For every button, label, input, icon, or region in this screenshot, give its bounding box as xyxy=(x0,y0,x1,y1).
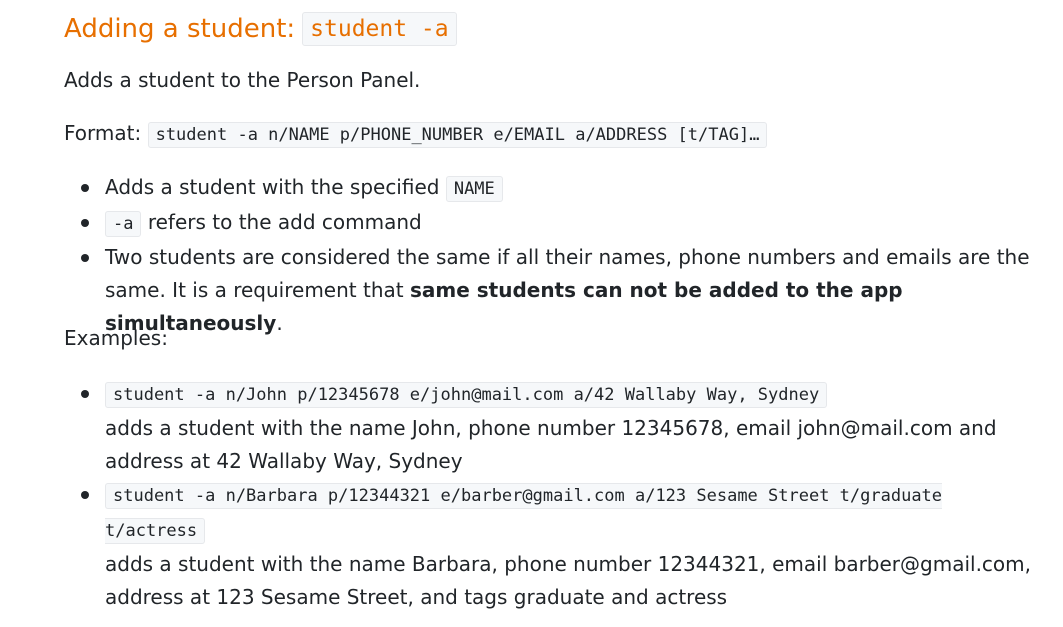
heading-text: Adding a student: xyxy=(64,14,296,44)
note-text: Adds a student with the specified xyxy=(105,175,440,199)
bullet-icon xyxy=(81,254,89,262)
list-item: student -a n/John p/12345678 e/john@mail… xyxy=(64,377,1034,478)
bullet-icon xyxy=(81,219,89,227)
list-item: Two students are considered the same if … xyxy=(64,241,1034,340)
examples-list: student -a n/John p/12345678 e/john@mail… xyxy=(64,377,1034,614)
document-content: Adding a student: student -a Adds a stud… xyxy=(64,0,1044,609)
format-paragraph: Format: student -a n/NAME p/PHONE_NUMBER… xyxy=(64,117,768,152)
list-item: student -a n/Barbara p/12344321 e/barber… xyxy=(64,478,1034,614)
heading-command-code: student -a xyxy=(302,12,457,46)
format-label: Format: xyxy=(64,121,142,145)
bullet-icon xyxy=(81,390,89,398)
section-heading: Adding a student: student -a xyxy=(64,0,1044,49)
bullet-icon xyxy=(81,491,89,499)
format-code: student -a n/NAME p/PHONE_NUMBER e/EMAIL… xyxy=(147,122,768,148)
notes-list: Adds a student with the specified NAME -… xyxy=(64,171,1034,340)
note-end-punct: . xyxy=(276,311,283,335)
examples-label: Examples: xyxy=(64,326,168,350)
example-description: adds a student with the name Barbara, ph… xyxy=(105,552,1031,609)
note-text: refers to the add command xyxy=(147,210,422,234)
list-item: Adds a student with the specified NAME xyxy=(64,171,1034,206)
example-code: student -a n/John p/12345678 e/john@mail… xyxy=(105,382,828,408)
list-item: -a refers to the add command xyxy=(64,206,1034,241)
note-code: NAME xyxy=(445,176,503,202)
note-code: -a xyxy=(105,211,142,237)
description-paragraph: Adds a student to the Person Panel. xyxy=(64,68,421,92)
bullet-icon xyxy=(81,184,89,192)
example-code: student -a n/Barbara p/12344321 e/barber… xyxy=(105,483,943,544)
example-description: adds a student with the name John, phone… xyxy=(105,416,997,473)
